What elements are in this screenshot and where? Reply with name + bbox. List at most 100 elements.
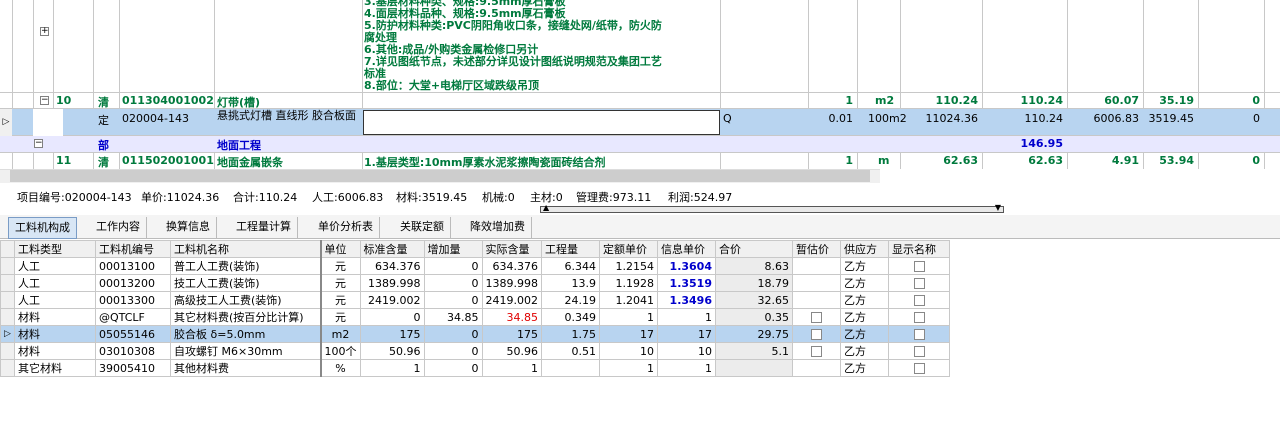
table-cell[interactable]: 人工 [14, 291, 96, 309]
table-cell[interactable]: m2 [320, 325, 361, 343]
table-cell[interactable]: 1.1928 [599, 274, 658, 292]
table-cell[interactable]: 34.85 [481, 308, 542, 326]
table-cell[interactable]: 其他材料费 [170, 359, 322, 377]
table-row-section[interactable]: − 部 地面工程 146.95 [0, 136, 1280, 153]
table-cell[interactable]: 0.51 [541, 342, 600, 360]
table-cell[interactable]: 1 [657, 308, 716, 326]
table-cell[interactable] [888, 291, 950, 309]
table-cell[interactable]: 材料 [14, 325, 96, 343]
tab-efficiency-fee[interactable]: 降效增加费 [464, 217, 532, 239]
table-cell[interactable]: 0.35 [715, 308, 793, 326]
table-row[interactable]: 人工 00013100 普工人工费(装饰) 元 634.376 0 634.376 6.344… [0, 257, 950, 275]
table-cell[interactable]: 0 [423, 359, 483, 377]
header-col[interactable]: 供应方 [840, 240, 889, 258]
header-col[interactable]: 显示名称 [888, 240, 950, 258]
table-cell[interactable]: 10 [657, 342, 716, 360]
table-cell[interactable] [792, 274, 841, 292]
table-row[interactable]: ▷ 材料 05055146 胶合板 δ=5.0mm m2 175 0 175 1.75 17 17 2… [0, 325, 950, 343]
table-cell[interactable]: 1.2041 [599, 291, 658, 309]
table-cell[interactable] [792, 342, 841, 360]
header-col[interactable]: 工料类型 [14, 240, 96, 258]
table-cell[interactable]: 634.376 [359, 257, 425, 275]
table-cell[interactable]: 1 [359, 359, 425, 377]
table-cell[interactable] [888, 359, 950, 377]
table-cell[interactable]: 0 [423, 342, 483, 360]
table-cell[interactable]: 17 [599, 325, 658, 343]
table-cell[interactable]: 13.9 [541, 274, 600, 292]
table-cell[interactable]: 元 [320, 291, 361, 309]
table-cell[interactable]: 元 [320, 274, 361, 292]
header-col[interactable]: 单位 [320, 240, 361, 258]
table-cell[interactable]: 29.75 [715, 325, 793, 343]
tab-price-analysis[interactable]: 单价分析表 [312, 217, 380, 239]
table-cell[interactable]: 0 [423, 257, 483, 275]
table-cell[interactable]: 材料 [14, 342, 96, 360]
table-cell[interactable] [888, 274, 950, 292]
table-cell[interactable]: 175 [481, 325, 542, 343]
description-input[interactable] [363, 110, 720, 135]
table-cell[interactable]: 1 [599, 359, 658, 377]
table-cell[interactable]: 6.344 [541, 257, 600, 275]
table-cell[interactable]: 03010308 [95, 342, 171, 360]
table-cell[interactable]: 17 [657, 325, 716, 343]
table-cell[interactable]: 24.19 [541, 291, 600, 309]
table-cell[interactable]: 10 [599, 342, 658, 360]
table-cell[interactable]: 乙方 [840, 274, 889, 292]
show-name-checkbox[interactable] [913, 312, 925, 323]
table-cell[interactable]: 0 [359, 308, 425, 326]
tab-work-content[interactable]: 工作内容 [90, 217, 147, 239]
tab-material-composition[interactable]: 工料机构成 [8, 217, 77, 239]
table-cell[interactable]: 人工 [14, 274, 96, 292]
table-cell[interactable]: @QTCLF [95, 308, 171, 326]
table-row[interactable]: 其它材料 39005410 其他材料费% 1 0 1 1 1 乙方 [0, 359, 950, 377]
table-row[interactable]: 人工 00013200 技工人工费(装饰) 元 1389.998 0 1389.998 13.… [0, 274, 950, 292]
header-col[interactable]: 合价 [715, 240, 793, 258]
table-cell[interactable] [888, 308, 950, 326]
table-cell[interactable] [715, 359, 793, 377]
table-cell[interactable]: 高级技工人工费(装饰) [170, 291, 322, 309]
table-cell[interactable]: 1 [481, 359, 542, 377]
table-cell[interactable]: 其它材料费(按百分比计算) [170, 308, 322, 326]
panel-splitter[interactable]: ▲ ▼ [540, 203, 1004, 213]
table-cell[interactable]: 34.85 [423, 308, 483, 326]
table-cell[interactable] [792, 257, 841, 275]
table-cell[interactable]: 5.1 [715, 342, 793, 360]
tab-conversion-info[interactable]: 换算信息 [160, 217, 217, 239]
table-cell[interactable]: 1.3519 [657, 274, 716, 292]
table-cell[interactable] [888, 325, 950, 343]
table-cell[interactable]: 乙方 [840, 342, 889, 360]
table-cell[interactable]: 0 [423, 274, 483, 292]
header-col[interactable]: 工料机名称 [170, 240, 322, 258]
table-cell[interactable]: 50.96 [359, 342, 425, 360]
table-cell[interactable]: 100个 [320, 342, 361, 360]
table-row[interactable]: − 10 清 011304001002 灯带(槽) 1 m2 110.24 11… [0, 92, 1280, 109]
header-col[interactable]: 信息单价 [657, 240, 716, 258]
table-cell[interactable]: 0.349 [541, 308, 600, 326]
table-cell[interactable] [792, 291, 841, 309]
table-cell[interactable]: 乙方 [840, 257, 889, 275]
scrollbar-thumb[interactable] [10, 170, 870, 182]
table-cell[interactable]: 材料 [14, 308, 96, 326]
table-cell[interactable]: 39005410 [95, 359, 171, 377]
provisional-checkbox[interactable] [811, 329, 822, 340]
table-cell[interactable]: 00013100 [95, 257, 171, 275]
table-cell[interactable]: 元 [320, 308, 361, 326]
table-cell[interactable] [888, 342, 950, 360]
table-cell[interactable] [792, 308, 841, 326]
table-cell[interactable]: 2419.002 [481, 291, 542, 309]
table-cell[interactable]: 1.3604 [657, 257, 716, 275]
header-col[interactable]: 工料机编号 [95, 240, 171, 258]
header-col[interactable]: 暂估价 [792, 240, 841, 258]
table-cell[interactable]: 175 [359, 325, 425, 343]
table-cell[interactable]: 乙方 [840, 359, 889, 377]
table-cell[interactable]: 634.376 [481, 257, 542, 275]
table-cell[interactable]: 05055146 [95, 325, 171, 343]
table-row-selected[interactable]: ▷ 定 020004-143 悬挑式灯槽 直线形 胶合板面 Q 0.01 100… [0, 109, 1280, 136]
table-cell[interactable]: 50.96 [481, 342, 542, 360]
table-cell[interactable]: 乙方 [840, 325, 889, 343]
tab-quantity-calc[interactable]: 工程量计算 [230, 217, 298, 239]
show-name-checkbox[interactable] [913, 295, 925, 306]
table-cell[interactable] [792, 359, 841, 377]
table-cell[interactable]: 自攻螺钉 M6×30mm [170, 342, 322, 360]
header-col[interactable]: 增加量 [423, 240, 483, 258]
